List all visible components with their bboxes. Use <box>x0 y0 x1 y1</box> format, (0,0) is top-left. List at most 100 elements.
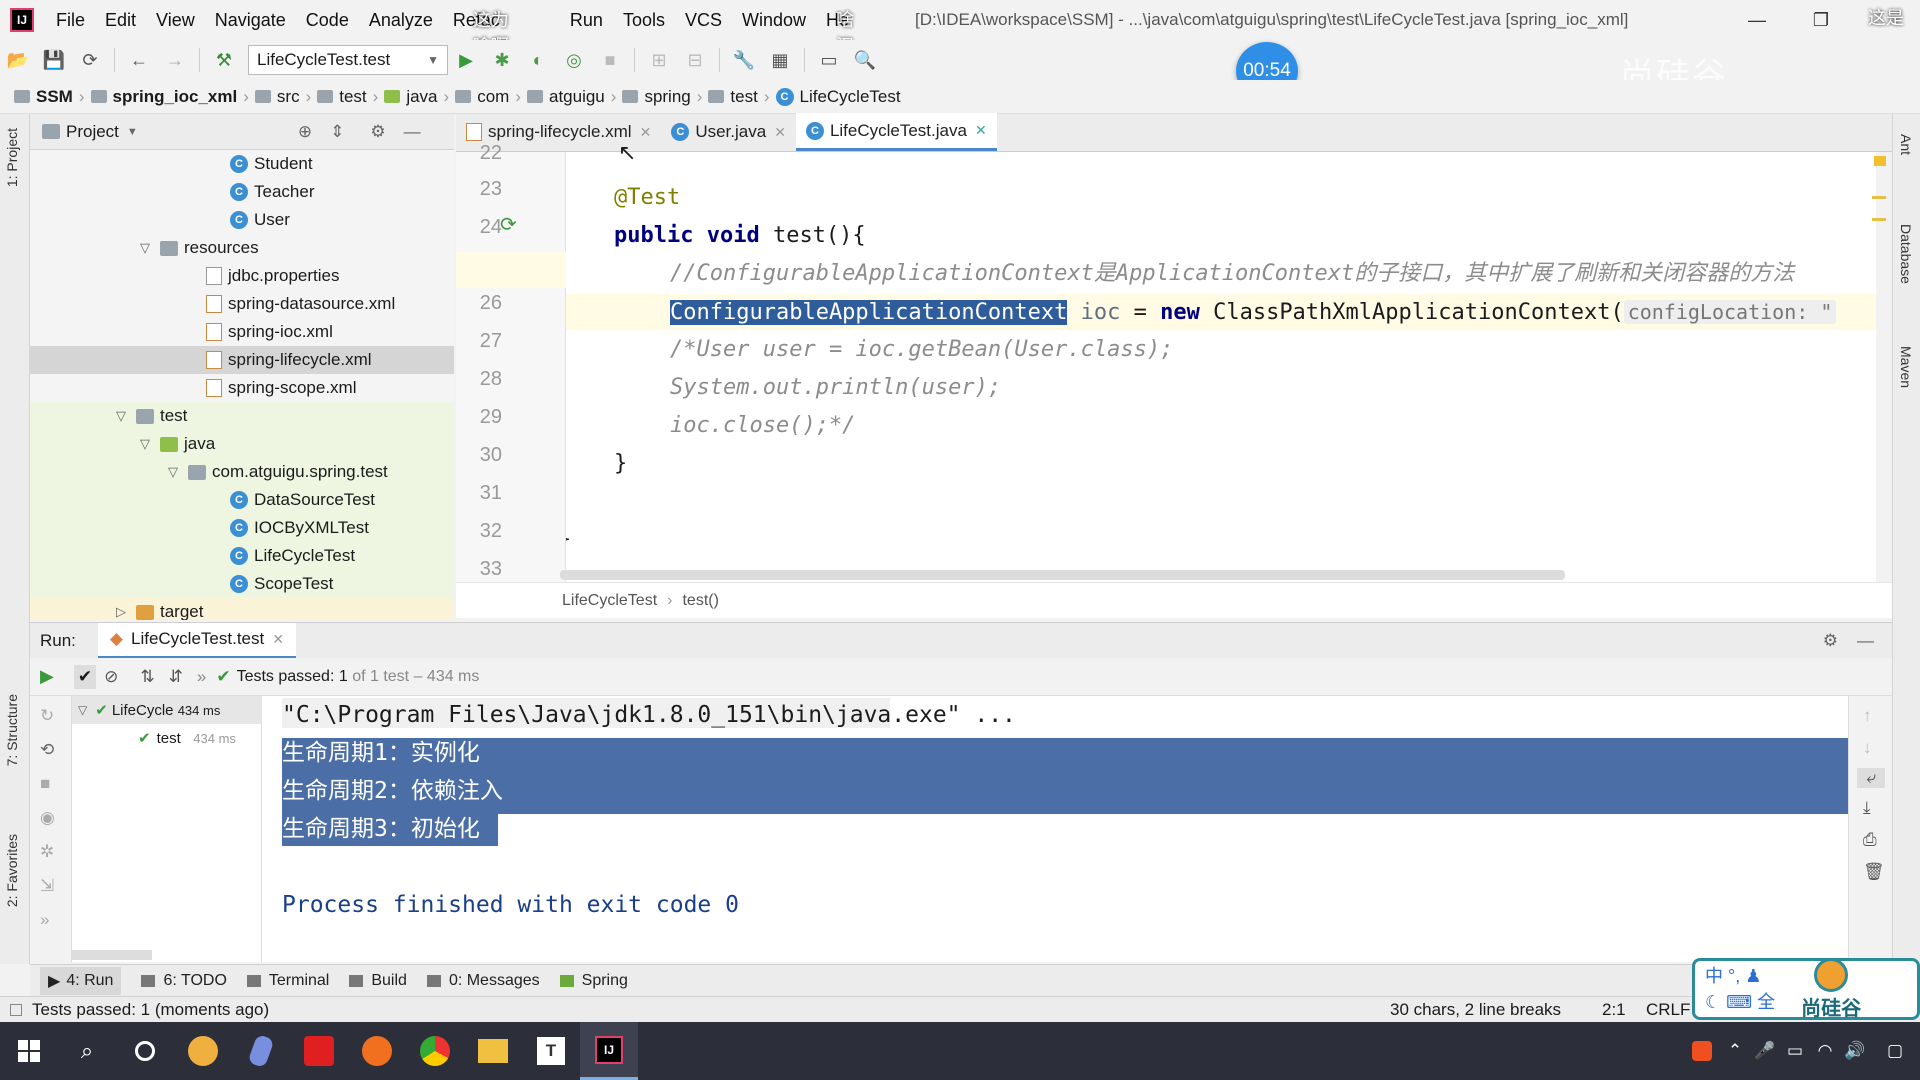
side-tab-database[interactable]: Database <box>1898 224 1914 284</box>
sort-duration-icon[interactable]: ⇵ <box>169 667 183 687</box>
more-icon[interactable]: » <box>40 910 71 930</box>
crumb-spring[interactable]: spring › <box>622 87 702 107</box>
close-icon[interactable]: ✕ <box>975 122 987 139</box>
tree-item-spring-datasource[interactable]: spring-datasource.xml <box>206 290 395 318</box>
debug-icon[interactable]: ✱ <box>484 44 520 76</box>
tool-tab-todo[interactable]: 6: TODO <box>141 972 227 990</box>
crumb-ssm[interactable]: SSM › <box>14 87 85 107</box>
menu-code[interactable]: Code <box>296 10 359 31</box>
tree-item-package[interactable]: ▽ com.atguigu.spring.test <box>30 458 454 486</box>
side-tab-ant[interactable]: Ant <box>1898 134 1914 155</box>
battery-icon[interactable]: ▭ <box>1780 1022 1810 1080</box>
search-icon[interactable]: 🔍 <box>847 44 883 76</box>
menu-edit[interactable]: Edit <box>95 10 146 31</box>
menu-analyze[interactable]: Analyze <box>359 10 443 31</box>
stop-icon[interactable]: ■ <box>40 774 71 794</box>
tool-tab-build[interactable]: Build <box>349 972 407 990</box>
code-editor[interactable]: @Test public void test(){ //Configurable… <box>566 152 1876 582</box>
restore-icon[interactable]: ❐ <box>1794 0 1848 40</box>
status-toggle-icon[interactable] <box>10 1003 22 1016</box>
cortana-icon[interactable] <box>116 1022 174 1080</box>
rerun-icon[interactable]: ▶ <box>40 666 54 687</box>
close-icon[interactable]: ✕ <box>640 124 652 141</box>
tree-item-iocbyxmltest[interactable]: C IOCByXMLTest <box>30 514 454 542</box>
menu-navigate[interactable]: Navigate <box>205 10 296 31</box>
save-icon[interactable]: 💾 <box>36 44 72 76</box>
more-icon[interactable]: » <box>197 667 206 687</box>
hide-icon[interactable]: — <box>404 122 421 142</box>
menu-vcs[interactable]: VCS <box>675 10 732 31</box>
error-stripe-mark[interactable] <box>1872 196 1886 199</box>
presentation-icon[interactable]: ▭ <box>811 44 847 76</box>
coverage-icon[interactable]: ◐ <box>520 44 556 76</box>
search-icon[interactable]: ⌕ <box>58 1022 116 1080</box>
menu-refactor[interactable]: Refac这为啥啊 <box>443 10 510 56</box>
run-test-gutter-icon[interactable]: ⟳ <box>500 212 517 237</box>
tree-item-target[interactable]: ▷ target <box>30 598 454 620</box>
run-tab[interactable]: ◆ LifeCycleTest.test ✕ <box>97 622 296 659</box>
typora-icon[interactable]: T <box>522 1022 580 1080</box>
back-icon[interactable]: ← <box>121 44 157 76</box>
tree-item-jdbc-properties[interactable]: jdbc.properties <box>206 262 340 290</box>
file-explorer-icon[interactable] <box>464 1022 522 1080</box>
trash-icon[interactable]: 🗑 <box>1863 862 1892 882</box>
app-fox-icon[interactable] <box>174 1022 232 1080</box>
scroll-to-end-icon[interactable]: ⤓ <box>1863 798 1892 818</box>
wifi-icon[interactable]: ◠ <box>1810 1022 1840 1080</box>
chevron-down-icon[interactable]: ▼ <box>127 126 138 138</box>
vcs-commit-icon[interactable]: ⊟ <box>677 44 713 76</box>
tool-tab-messages[interactable]: 0: Messages <box>426 972 540 990</box>
tree-item-spring-scope[interactable]: spring-scope.xml <box>206 374 357 402</box>
up-arrow-icon[interactable]: ↑ <box>1863 706 1892 726</box>
tree-item-spring-ioc[interactable]: spring-ioc.xml <box>206 318 333 346</box>
console-output[interactable]: "C:\Program Files\Java\jdk1.8.0_151\bin\… <box>262 696 1848 962</box>
show-passed-icon[interactable]: ✔ <box>73 664 97 689</box>
line-separator[interactable]: CRLF <box>1646 1000 1690 1020</box>
open-icon[interactable]: 📂 <box>0 44 36 76</box>
crumb-module[interactable]: spring_ioc_xml › <box>90 87 249 107</box>
toggle-autotest-icon[interactable]: ⟲ <box>40 740 71 760</box>
gear-icon[interactable]: ⚙ <box>370 122 385 142</box>
ime-fullwidth[interactable]: ☾ ⌨ 全 <box>1705 989 1775 1015</box>
soft-wrap-icon[interactable]: ⤶ <box>1857 768 1885 788</box>
crumb-java[interactable]: java › <box>384 87 449 107</box>
collapse-icon[interactable]: ⇕ <box>330 122 344 142</box>
wrench-icon[interactable]: 🔧 <box>726 44 762 76</box>
side-tab-structure[interactable]: 7: Structure <box>4 694 20 766</box>
build-hammer-icon[interactable]: ⚒ <box>206 44 242 76</box>
profile-icon[interactable]: ◎ <box>556 44 592 76</box>
tree-item-resources[interactable]: ▽ resources <box>140 234 259 262</box>
stop-icon[interactable]: ■ <box>592 44 628 76</box>
export-icon[interactable]: ⇲ <box>40 876 71 896</box>
menu-help[interactable]: He啥汉式? <box>816 10 864 82</box>
locate-icon[interactable]: ⊕ <box>298 122 312 142</box>
tree-item-teacher[interactable]: C Teacher <box>230 178 314 206</box>
caret-position[interactable]: 2:1 <box>1602 1000 1626 1020</box>
crumb-atguigu[interactable]: atguigu › <box>526 87 616 107</box>
tab-lifecycletest-java[interactable]: C LifeCycleTest.java ✕ <box>795 113 997 151</box>
down-arrow-icon[interactable]: ↓ <box>1863 738 1892 758</box>
intellij-logo-icon[interactable]: IJ <box>10 8 34 32</box>
sync-icon[interactable]: ⟳ <box>72 44 108 76</box>
hide-icon[interactable]: — <box>1857 631 1874 651</box>
menu-view[interactable]: View <box>146 10 205 31</box>
windows-start-icon[interactable] <box>0 1022 58 1080</box>
test-result-class[interactable]: ▽ ✔ LifeCycle 434 ms <box>78 696 220 724</box>
close-icon[interactable]: ✕ <box>774 124 786 141</box>
settings-icon[interactable]: ✲ <box>40 842 71 862</box>
minimize-icon[interactable]: — <box>1730 0 1784 40</box>
app-feather-icon[interactable] <box>232 1022 290 1080</box>
side-tab-favorites[interactable]: 2: Favorites <box>4 834 20 907</box>
microphone-icon[interactable]: 🎤 <box>1750 1022 1780 1080</box>
firefox-icon[interactable] <box>348 1022 406 1080</box>
volume-icon[interactable]: 🔊 <box>1840 1022 1870 1080</box>
editor-crumb-class[interactable]: LifeCycleTest <box>562 592 657 610</box>
sort-alpha-icon[interactable]: ⇅ <box>140 667 154 687</box>
vcs-update-icon[interactable]: ⊞ <box>641 44 677 76</box>
crumb-test[interactable]: test › <box>317 87 378 107</box>
ime-status[interactable]: 中 °, ♟ <box>1705 963 1775 989</box>
tool-tab-terminal[interactable]: Terminal <box>246 972 329 990</box>
notification-icon[interactable]: ▢ <box>1870 1022 1920 1080</box>
tree-item-user[interactable]: C User <box>230 206 290 234</box>
tool-tab-spring[interactable]: Spring <box>559 972 628 990</box>
